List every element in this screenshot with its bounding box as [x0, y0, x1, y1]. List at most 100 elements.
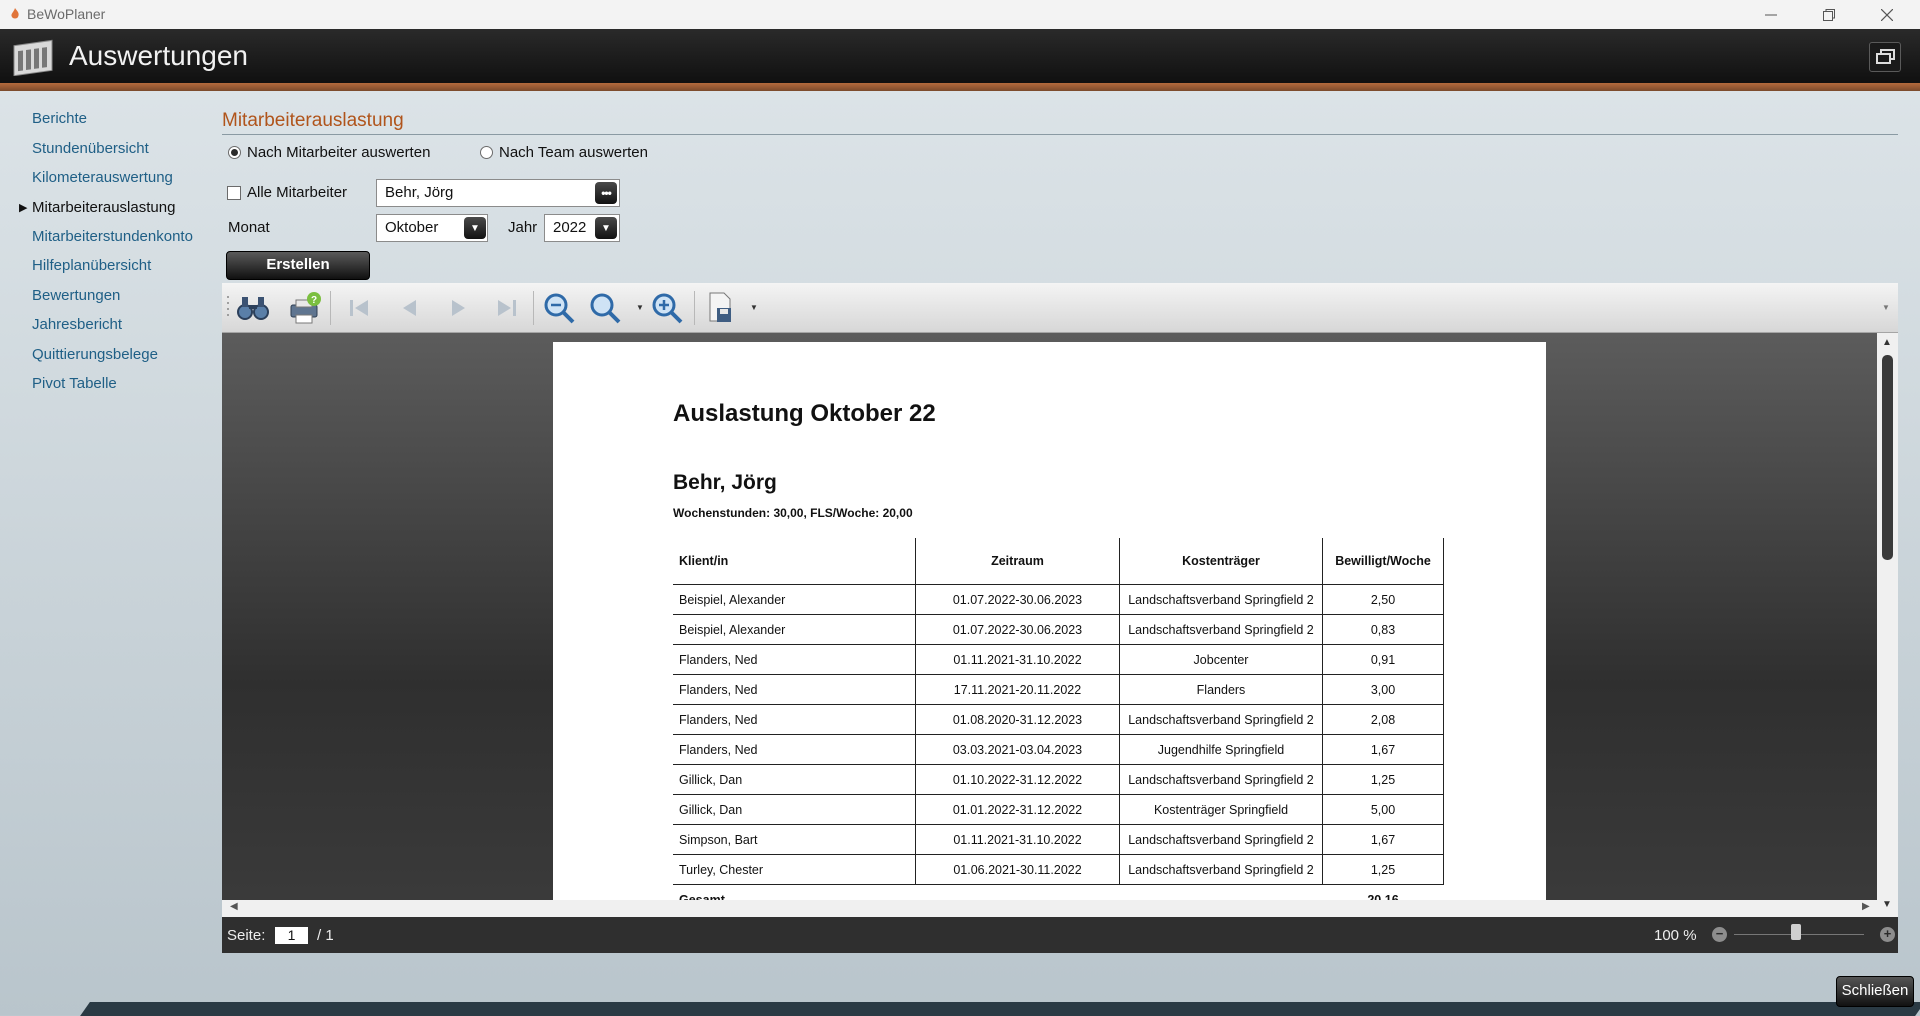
toolbar-separator	[533, 291, 534, 325]
year-select-value: 2022	[553, 219, 587, 236]
cell-payer: Landschaftsverband Springfield 2	[1119, 824, 1323, 855]
cell-client: Gillick, Dan	[673, 794, 916, 825]
report-viewer: ? ▼ ▼ ▼ Auslastung Oktober 22 Behr, Jörg…	[222, 283, 1898, 953]
page-title: Auswertungen	[69, 40, 249, 71]
fullscreen-toggle-button[interactable]	[1869, 42, 1901, 72]
first-page-button[interactable]	[342, 291, 376, 325]
sidebar-item-mitarbeiterstundenkonto[interactable]: Mitarbeiterstundenkonto	[32, 228, 193, 245]
svg-text:?: ?	[311, 295, 317, 306]
vertical-scroll-thumb[interactable]	[1882, 355, 1893, 560]
employee-picker-button[interactable]: •••	[595, 182, 617, 204]
export-dropdown-arrow-icon[interactable]: ▼	[750, 303, 758, 312]
report-canvas: Auslastung Oktober 22 Behr, Jörg Wochens…	[222, 333, 1877, 917]
cell-period: 17.11.2021-20.11.2022	[915, 674, 1120, 705]
page-number-input[interactable]: 1	[275, 927, 308, 944]
table-row: Beispiel, Alexander 01.07.2022-30.06.2023…	[673, 614, 1444, 645]
toolbar-overflow-icon[interactable]: ▼	[1882, 303, 1890, 312]
cell-client: Beispiel, Alexander	[673, 614, 916, 645]
radio-by-employee-label[interactable]: Nach Mitarbeiter auswerten	[247, 144, 430, 161]
sidebar-item-kilometerauswertung[interactable]: Kilometerauswertung	[32, 169, 173, 186]
sidebar-item-quittierungsbelege[interactable]: Quittierungsbelege	[32, 346, 158, 363]
scroll-up-icon[interactable]: ▲	[1882, 337, 1892, 348]
header-accent-stripe	[0, 83, 1920, 91]
restore-window-button[interactable]	[1806, 0, 1852, 29]
sidebar-item-stundenuebersicht[interactable]: Stundenübersicht	[32, 140, 149, 157]
scroll-down-icon[interactable]: ▼	[1882, 899, 1892, 910]
create-report-button[interactable]: Erstellen	[226, 251, 370, 280]
close-window-button[interactable]	[1864, 0, 1910, 29]
column-header-period: Zeitraum	[915, 538, 1120, 585]
zoom-slider-thumb[interactable]	[1791, 924, 1801, 940]
cell-payer: Flanders	[1119, 674, 1323, 705]
cell-approved-week: 0,91	[1322, 644, 1444, 675]
cell-client: Flanders, Ned	[673, 734, 916, 765]
all-employees-label[interactable]: Alle Mitarbeiter	[247, 184, 347, 201]
table-row: Flanders, Ned 01.11.2021-31.10.2022 Jobcen…	[673, 644, 1444, 675]
cell-payer: Jobcenter	[1119, 644, 1323, 675]
zoom-icon	[590, 293, 621, 324]
toolbar-grip-icon	[227, 296, 229, 316]
cell-approved-week: 0,83	[1322, 614, 1444, 645]
month-dropdown-button[interactable]: ▼	[464, 217, 486, 239]
export-button[interactable]	[704, 291, 738, 325]
zoom-in-button[interactable]	[650, 291, 684, 325]
column-header-client: Klient/in	[673, 538, 916, 585]
table-row: Gillick, Dan 01.01.2022-31.12.2022 Kostent…	[673, 794, 1444, 825]
zoom-minus-button[interactable]: −	[1712, 927, 1727, 942]
scroll-right-icon[interactable]: ▶	[1862, 901, 1870, 912]
radio-by-team[interactable]	[480, 146, 493, 159]
sidebar-item-bewertungen[interactable]: Bewertungen	[32, 287, 120, 304]
all-employees-checkbox[interactable]	[227, 186, 241, 200]
ellipsis-icon: •••	[601, 186, 612, 200]
cell-period: 01.06.2021-30.11.2022	[915, 854, 1120, 885]
sidebar-item-jahresbericht[interactable]: Jahresbericht	[32, 316, 122, 333]
cell-approved-week: 1,25	[1322, 854, 1444, 885]
year-label: Jahr	[508, 219, 538, 236]
radio-by-team-label[interactable]: Nach Team auswerten	[499, 144, 648, 161]
minimize-button[interactable]	[1748, 0, 1794, 29]
cell-approved-week: 3,00	[1322, 674, 1444, 705]
cell-client: Flanders, Ned	[673, 704, 916, 735]
first-page-icon	[350, 300, 368, 316]
cell-period: 01.10.2022-31.12.2022	[915, 764, 1120, 795]
close-button[interactable]: Schließen	[1836, 976, 1914, 1007]
cell-payer: Landschaftsverband Springfield 2	[1119, 854, 1323, 885]
window-restore-icon	[1876, 49, 1895, 64]
horizontal-scrollbar[interactable]: ◀ ▶	[222, 900, 1877, 917]
page-setup-button[interactable]: ?	[288, 291, 322, 325]
next-page-icon	[452, 300, 465, 316]
zoom-plus-button[interactable]: +	[1880, 927, 1895, 942]
column-header-approved-week: Bewilligt/Woche	[1322, 538, 1444, 585]
cell-period: 03.03.2021-03.04.2023	[915, 734, 1120, 765]
next-page-button[interactable]	[442, 291, 476, 325]
zoom-button[interactable]	[588, 291, 622, 325]
previous-page-button[interactable]	[392, 291, 426, 325]
month-select-value: Oktober	[385, 219, 439, 236]
reports-logo-icon	[13, 39, 53, 76]
radio-by-employee[interactable]	[228, 146, 241, 159]
employee-field-value: Behr, Jörg	[385, 184, 454, 201]
sidebar-item-hilfeplanuebersicht[interactable]: Hilfeplanübersicht	[32, 257, 151, 274]
zoom-out-button[interactable]	[542, 291, 576, 325]
vertical-scrollbar[interactable]: ▲ ▼	[1877, 333, 1898, 917]
month-label: Monat	[228, 219, 270, 236]
cell-approved-week: 1,67	[1322, 824, 1444, 855]
chevron-down-icon: ▼	[470, 222, 480, 234]
close-icon	[1881, 8, 1893, 21]
sidebar-item-berichte[interactable]: Berichte	[32, 110, 87, 127]
zoom-dropdown-arrow-icon[interactable]: ▼	[636, 303, 644, 312]
sidebar-item-mitarbeiterauslastung[interactable]: Mitarbeiterauslastung	[32, 199, 175, 216]
chevron-down-icon: ▼	[601, 222, 611, 234]
zoom-out-icon	[544, 293, 575, 324]
page-label: Seite:	[227, 927, 266, 944]
find-button[interactable]	[236, 291, 270, 325]
sidebar-item-pivot-tabelle[interactable]: Pivot Tabelle	[32, 375, 117, 392]
cell-approved-week: 2,08	[1322, 704, 1444, 735]
year-dropdown-button[interactable]: ▼	[595, 217, 617, 239]
cell-period: 01.07.2022-30.06.2023	[915, 584, 1120, 615]
toolbar-separator	[330, 291, 331, 325]
last-page-button[interactable]	[490, 291, 524, 325]
scroll-left-icon[interactable]: ◀	[230, 901, 238, 912]
table-row: Gillick, Dan 01.10.2022-31.12.2022 Landsch…	[673, 764, 1444, 795]
employee-field[interactable]: Behr, Jörg	[376, 179, 620, 207]
